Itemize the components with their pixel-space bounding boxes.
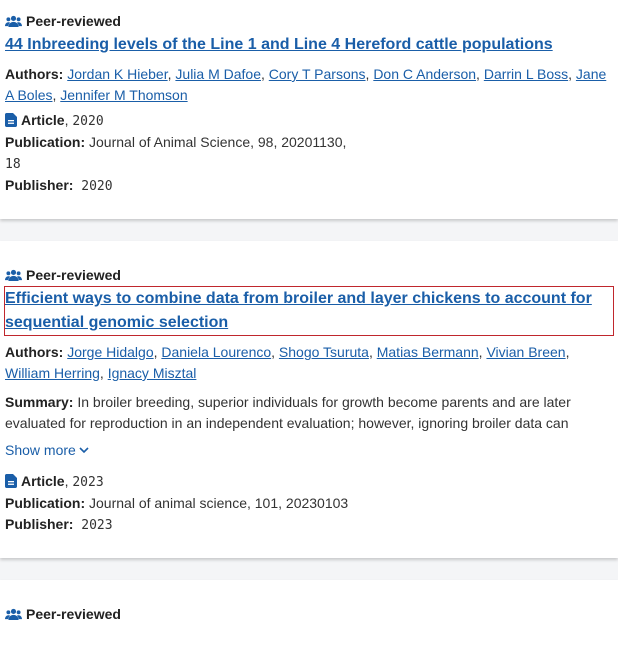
publication-label: Publication: [5, 134, 86, 150]
peer-reviewed-label: Peer-reviewed [26, 606, 121, 622]
author-link[interactable]: Ignacy Misztal [108, 365, 197, 381]
author-link[interactable]: Daniela Lourenco [161, 344, 271, 360]
card-separator [0, 558, 618, 580]
publisher-row: Publisher: 2020 [5, 175, 613, 197]
type-year: 2020 [72, 114, 104, 129]
authors-label: Authors: [5, 66, 64, 82]
author-link[interactable]: Cory T Parsons [269, 66, 366, 82]
peer-reviewed-label: Peer-reviewed [26, 13, 121, 29]
show-more-label: Show more [5, 442, 76, 458]
people-icon [5, 608, 22, 620]
publisher-label: Publisher: [5, 516, 74, 532]
result-title-link[interactable]: Efficient ways to combine data from broi… [4, 286, 614, 336]
chevron-down-icon [79, 447, 89, 454]
show-more-wrap: Show more [5, 440, 613, 461]
peer-reviewed-badge: Peer-reviewed [5, 605, 613, 623]
document-icon [5, 113, 17, 127]
type-row: Article, 2023 [5, 471, 613, 493]
author-link[interactable]: Vivian Breen [486, 344, 565, 360]
author-link[interactable]: Don C Anderson [373, 66, 476, 82]
document-icon [5, 474, 17, 488]
summary-label: Summary: [5, 394, 74, 410]
type-year: 2023 [72, 475, 104, 490]
publisher-value: 2020 [81, 179, 113, 194]
people-icon [5, 15, 22, 27]
author-link[interactable]: William Herring [5, 365, 100, 381]
authors-row: Authors: Jorge Hidalgo, Daniela Lourenco… [5, 344, 570, 381]
result-title-link[interactable]: 44 Inbreeding levels of the Line 1 and L… [5, 33, 613, 57]
publication-text: Journal of animal science, 101, 20230103 [89, 495, 349, 511]
author-link[interactable]: Jennifer M Thomson [60, 87, 187, 103]
result-card: Peer-reviewed 44 Inbreeding levels of th… [0, 0, 618, 219]
publisher-row: Publisher: 2023 [5, 514, 613, 536]
author-link[interactable]: Matias Bermann [377, 344, 479, 360]
summary-row: Summary: In broiler breeding, superior i… [5, 392, 613, 434]
publication-label: Publication: [5, 495, 86, 511]
peer-reviewed-badge: Peer-reviewed [5, 12, 613, 30]
publication-text-extra: 18 [5, 157, 21, 172]
summary-text: In broiler breeding, superior individual… [5, 394, 571, 431]
type-row: Article, 2020 [5, 110, 613, 132]
authors-row: Authors: Jordan K Hieber, Julia M Dafoe,… [5, 66, 607, 103]
peer-reviewed-label: Peer-reviewed [26, 267, 121, 283]
publisher-value: 2023 [81, 518, 113, 533]
publication-row: Publication: Journal of animal science, … [5, 493, 613, 514]
authors-label: Authors: [5, 344, 64, 360]
people-icon [5, 269, 22, 281]
publisher-label: Publisher: [5, 177, 74, 193]
type-label: Article [21, 473, 65, 489]
author-link[interactable]: Jorge Hidalgo [67, 344, 153, 360]
type-label: Article [21, 112, 65, 128]
show-more-button[interactable]: Show more [5, 440, 89, 461]
author-link[interactable]: Julia M Dafoe [175, 66, 261, 82]
result-card: Peer-reviewed Efficient ways to combine … [0, 241, 618, 558]
card-separator [0, 219, 618, 241]
author-link[interactable]: Jordan K Hieber [67, 66, 167, 82]
publication-row: Publication: Journal of Animal Science, … [5, 132, 613, 175]
result-card: Peer-reviewed [0, 580, 618, 665]
author-link[interactable]: Darrin L Boss [484, 66, 568, 82]
author-link[interactable]: Shogo Tsuruta [279, 344, 369, 360]
peer-reviewed-badge: Peer-reviewed [5, 266, 613, 284]
publication-text: Journal of Animal Science, 98, 20201130, [89, 134, 347, 150]
